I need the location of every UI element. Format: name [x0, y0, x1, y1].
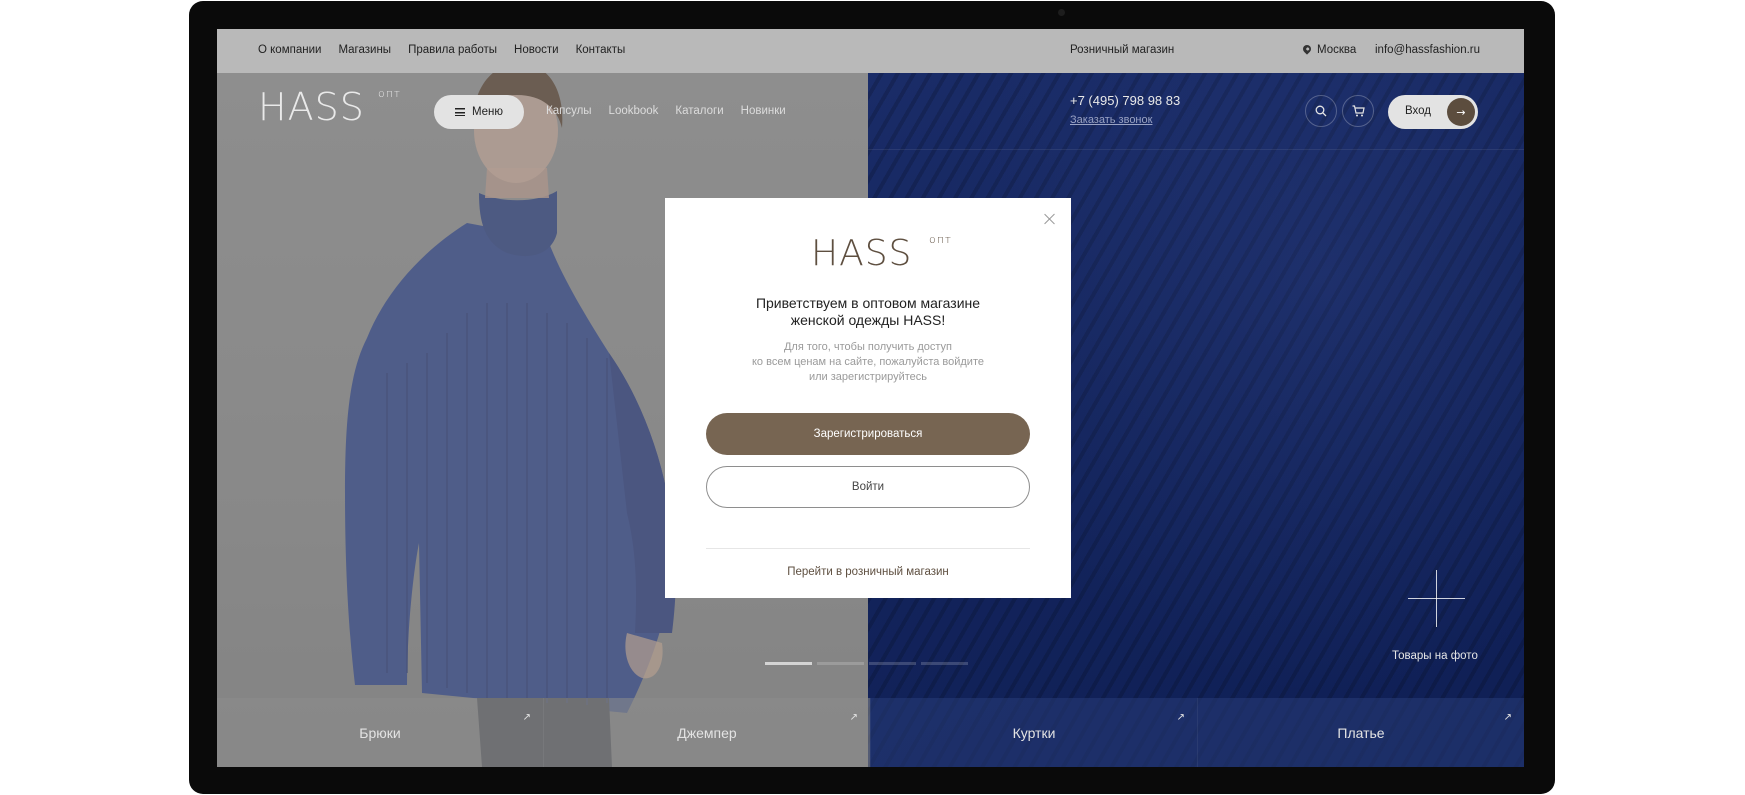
close-icon[interactable] [1043, 212, 1057, 226]
retail-store-link[interactable]: Розничный магазин [1070, 44, 1174, 56]
top-utility-bar: О компании Магазины Правила работы Новос… [217, 29, 1524, 73]
search-icon [1315, 105, 1327, 117]
camera-dot [1058, 9, 1065, 16]
slider-dot[interactable] [765, 662, 812, 665]
modal-logo-sup: опт [929, 233, 952, 246]
header-nav: Капсулы Lookbook Каталоги Новинки [546, 105, 786, 117]
modal-desc-line: Для того, чтобы получить доступ [783, 341, 953, 353]
login-label: Вход [1405, 105, 1432, 117]
category-jumper[interactable]: Джемпер ↗ [543, 698, 870, 767]
modal-title-line: Приветствуем в оптовом магазине [755, 295, 981, 311]
nav-new[interactable]: Новинки [741, 105, 786, 117]
top-nav-stores[interactable]: Магазины [338, 44, 391, 56]
category-jackets[interactable]: Куртки ↗ [870, 698, 1197, 767]
slider-dot[interactable] [921, 662, 968, 665]
category-trousers[interactable]: Брюки ↗ [217, 698, 543, 767]
browser-viewport: О компании Магазины Правила работы Новос… [217, 29, 1524, 767]
search-button[interactable] [1305, 95, 1337, 127]
modal-logo-text: HASS [811, 233, 913, 274]
category-label: Брюки [359, 725, 401, 741]
slider-dot[interactable] [869, 662, 916, 665]
plus-icon[interactable] [1408, 570, 1465, 627]
login-button[interactable]: Вход → [1388, 95, 1478, 129]
header-divider [868, 149, 1524, 150]
nav-catalogs[interactable]: Каталоги [675, 105, 723, 117]
arrow-up-right-icon: ↗ [1176, 712, 1185, 723]
phone-number[interactable]: +7 (495) 798 98 83 [1070, 93, 1180, 108]
modal-description: Для того, чтобы получить доступ ко всем … [665, 340, 1071, 385]
arrow-up-right-icon: ↗ [1503, 712, 1512, 723]
slider-dot[interactable] [817, 662, 864, 665]
logo-text: HASS [258, 85, 365, 129]
category-label: Джемпер [677, 725, 737, 741]
email-link[interactable]: info@hassfashion.ru [1375, 44, 1480, 56]
nav-lookbook[interactable]: Lookbook [609, 105, 659, 117]
slider-pagination [765, 662, 968, 665]
modal-divider [706, 548, 1030, 549]
retail-store-link-modal[interactable]: Перейти в розничный магазин [665, 566, 1071, 578]
top-nav-contacts[interactable]: Контакты [576, 44, 626, 56]
menu-button[interactable]: Меню [434, 95, 524, 129]
callback-link[interactable]: Заказать звонок [1070, 114, 1152, 126]
city-selector[interactable]: Москва [1301, 43, 1357, 56]
modal-title: Приветствуем в оптовом магазине женской … [665, 295, 1071, 329]
top-nav: О компании Магазины Правила работы Новос… [258, 44, 625, 56]
category-bar: Брюки ↗ Джемпер ↗ Куртки ↗ Платье ↗ [217, 698, 1524, 767]
register-button[interactable]: Зарегистрироваться [706, 413, 1030, 455]
modal-logo: HASS опт [811, 233, 951, 274]
arrow-up-right-icon: ↗ [522, 712, 531, 723]
category-dress[interactable]: Платье ↗ [1197, 698, 1524, 767]
hamburger-icon [454, 108, 465, 116]
top-nav-rules[interactable]: Правила работы [408, 44, 497, 56]
arrow-right-icon: → [1447, 98, 1475, 126]
menu-label: Меню [471, 106, 504, 118]
nav-capsules[interactable]: Капсулы [546, 105, 592, 117]
arrow-up-right-icon: ↗ [849, 712, 858, 723]
modal-desc-line: или зарегистрируйтесь [808, 371, 928, 383]
modal-login-button[interactable]: Войти [706, 466, 1030, 508]
modal-title-line: женской одежды HASS! [790, 312, 946, 328]
city-label: Москва [1317, 44, 1357, 56]
category-label: Платье [1337, 725, 1385, 741]
top-nav-news[interactable]: Новости [514, 44, 559, 56]
cart-icon [1352, 105, 1365, 117]
modal-desc-line: ко всем ценам на сайте, пожалуйста войди… [752, 356, 984, 368]
site-logo[interactable]: HASS опт [258, 85, 400, 129]
cart-button[interactable] [1342, 95, 1374, 127]
welcome-modal: HASS опт Приветствуем в оптовом магазине… [665, 198, 1071, 598]
location-pin-icon [1301, 43, 1313, 55]
products-on-photo-label[interactable]: Товары на фото [1392, 650, 1478, 662]
top-nav-about[interactable]: О компании [258, 44, 321, 56]
logo-sup: опт [378, 87, 401, 100]
category-label: Куртки [1012, 725, 1056, 741]
